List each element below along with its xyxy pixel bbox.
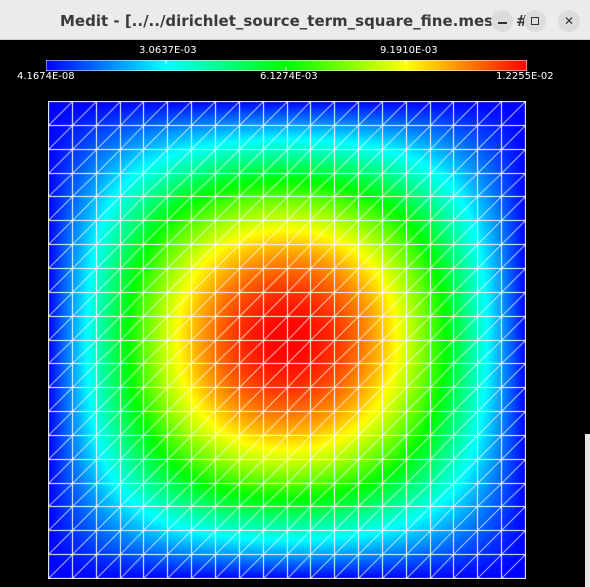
colorbar-label-q3: 9.1910E-03 <box>380 45 438 56</box>
maximize-icon <box>531 17 539 25</box>
close-button[interactable]: ✕ <box>558 10 580 32</box>
maximize-button[interactable] <box>524 10 546 32</box>
colorbar <box>46 60 527 71</box>
minimize-icon <box>497 21 507 24</box>
mesh-plot[interactable] <box>48 101 526 579</box>
colorbar-label-max: 1.2255E-02 <box>496 71 554 82</box>
colorbar-label-min: 4.1674E-08 <box>17 71 75 82</box>
window-titlebar[interactable]: Medit - [../../dirichlet_source_term_squ… <box>0 0 590 40</box>
scrollbar[interactable] <box>585 434 590 587</box>
window-title: Medit - [../../dirichlet_source_term_squ… <box>60 12 539 30</box>
colorbar-label-mid: 6.1274E-03 <box>260 71 318 82</box>
colorbar-label-q1: 3.0637E-03 <box>139 45 197 56</box>
minimize-button[interactable] <box>491 10 513 32</box>
close-icon: ✕ <box>563 14 575 28</box>
